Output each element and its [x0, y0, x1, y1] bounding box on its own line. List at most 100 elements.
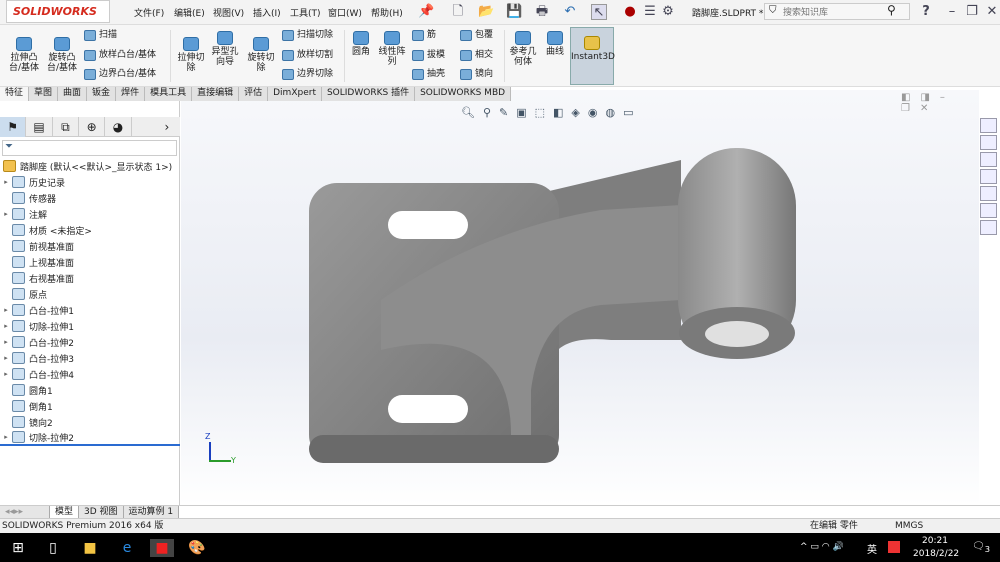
- clock-date[interactable]: 2018/2/22: [913, 549, 959, 559]
- graphics-area[interactable]: 🔍︎⚲✎▣⬚◧◈◉◍▭ ◧◨–❐✕ Z Y: [181, 90, 979, 505]
- boundary-cut-button[interactable]: 边界切除: [282, 68, 333, 80]
- configuration-tab-icon[interactable]: ⧉: [53, 117, 80, 137]
- rib-button[interactable]: 筋: [412, 29, 436, 41]
- tree-item[interactable]: 右视基准面: [0, 270, 180, 286]
- options-list-icon[interactable]: ☰: [642, 4, 658, 20]
- tab-dimxpert[interactable]: DimXpert: [268, 87, 322, 101]
- menu-tools[interactable]: 工具(T): [290, 6, 321, 19]
- hole-wizard-button[interactable]: 异型孔向导: [208, 31, 242, 67]
- design-library-icon[interactable]: [980, 152, 997, 167]
- menu-help[interactable]: 帮助(H): [371, 6, 403, 19]
- tree-item[interactable]: ▸ 凸台-拉伸3: [0, 350, 180, 366]
- intersect-button[interactable]: 相交: [460, 49, 493, 61]
- system-tray-icons[interactable]: ^ ▭ ◠ 🔊: [800, 542, 844, 552]
- filter-field[interactable]: ⏷: [2, 140, 177, 156]
- save-icon[interactable]: 💾: [506, 4, 522, 20]
- tab-surfaces[interactable]: 曲面: [58, 87, 88, 101]
- tab-sketch[interactable]: 草图: [29, 87, 59, 101]
- tab-sheet-metal[interactable]: 钣金: [87, 87, 117, 101]
- forum-icon[interactable]: [980, 220, 997, 235]
- tree-item[interactable]: 传感器: [0, 190, 180, 206]
- solidworks-app-icon[interactable]: ■: [150, 539, 174, 557]
- tree-item[interactable]: 上视基准面: [0, 254, 180, 270]
- dimxpert-tab-icon[interactable]: ⊕: [79, 117, 106, 137]
- tab-model[interactable]: 模型: [50, 506, 80, 518]
- new-file-icon[interactable]: 🗋: [450, 4, 466, 20]
- edge-browser-icon[interactable]: e: [118, 539, 136, 557]
- menu-insert[interactable]: 插入(I): [253, 6, 281, 19]
- tree-root[interactable]: 踏脚座 (默认<<默认>_显示状态 1>): [0, 158, 180, 174]
- solidworks-logo[interactable]: SOLIDWORKS: [6, 0, 110, 23]
- expand-arrow-icon[interactable]: ▸: [0, 306, 12, 314]
- tab-3d-view[interactable]: 3D 视图: [79, 506, 124, 518]
- traffic-light-icon[interactable]: ●: [622, 4, 638, 20]
- menu-edit[interactable]: 编辑(E): [174, 6, 205, 19]
- loft-cut-button[interactable]: 放样切割: [282, 49, 333, 61]
- expand-arrow-icon[interactable]: ▸: [0, 433, 12, 441]
- instant3d-button[interactable]: Instant3D: [570, 27, 615, 85]
- boundary-boss-button[interactable]: 边界凸台/基体: [84, 68, 156, 80]
- part-model[interactable]: [181, 90, 979, 505]
- revolve-boss-button[interactable]: 旋转凸台/基体: [44, 37, 80, 73]
- revolve-cut-button[interactable]: 旋转切除: [244, 37, 278, 73]
- resources-icon[interactable]: [980, 135, 997, 150]
- fillet-button[interactable]: 圆角: [348, 31, 374, 57]
- open-file-icon[interactable]: 📂: [478, 4, 494, 20]
- tree-item[interactable]: ▸ 切除-拉伸2: [0, 430, 180, 446]
- tab-scroll-arrows[interactable]: ◂◂▸▸: [0, 506, 50, 518]
- expand-arrow-icon[interactable]: ▸: [0, 178, 12, 186]
- clock-time[interactable]: 20:21: [922, 536, 948, 546]
- curves-button[interactable]: 曲线: [542, 31, 568, 57]
- property-manager-tab-icon[interactable]: ▤: [26, 117, 53, 137]
- extrude-cut-button[interactable]: 拉伸切除: [174, 37, 208, 73]
- restore-icon[interactable]: ❐: [964, 4, 980, 20]
- file-explorer-icon[interactable]: [980, 169, 997, 184]
- search-box[interactable]: ⛉ ⚲: [764, 3, 910, 20]
- print-icon[interactable]: 🖶: [534, 4, 550, 20]
- linear-pattern-button[interactable]: 线性阵列: [376, 31, 408, 67]
- tree-item[interactable]: ▸ 历史记录: [0, 174, 180, 190]
- unit-system[interactable]: MMGS: [895, 519, 923, 533]
- sogou-icon[interactable]: [888, 541, 900, 553]
- tree-item[interactable]: 原点: [0, 286, 180, 302]
- help-icon[interactable]: ?: [918, 4, 934, 20]
- menu-file[interactable]: 文件(F): [134, 6, 164, 19]
- tree-item[interactable]: 镜向2: [0, 414, 180, 430]
- search-icon[interactable]: ⚲: [887, 3, 896, 17]
- mirror-button[interactable]: 镜向: [460, 68, 493, 80]
- tree-item[interactable]: 倒角1: [0, 398, 180, 414]
- ime-indicator[interactable]: 英: [867, 541, 877, 556]
- minimize-icon[interactable]: –: [944, 4, 960, 20]
- custom-properties-icon[interactable]: [980, 203, 997, 218]
- paint-app-icon[interactable]: 🎨: [188, 539, 206, 557]
- tree-item[interactable]: 前视基准面: [0, 238, 180, 254]
- tab-mold-tools[interactable]: 模具工具: [145, 87, 193, 101]
- appearances-icon[interactable]: [980, 186, 997, 201]
- close-icon[interactable]: ✕: [984, 4, 1000, 20]
- select-icon[interactable]: ↖: [591, 4, 607, 20]
- tab-mbd[interactable]: SOLIDWORKS MBD: [415, 87, 512, 101]
- expand-arrow-icon[interactable]: ▸: [0, 210, 12, 218]
- tree-item[interactable]: 材质 <未指定>: [0, 222, 180, 238]
- sweep-button[interactable]: 扫描: [84, 29, 117, 41]
- feature-tree-tab-icon[interactable]: ⚑: [0, 117, 27, 137]
- tab-weldments[interactable]: 焊件: [116, 87, 146, 101]
- expand-arrow-icon[interactable]: ▸: [0, 322, 12, 330]
- tab-features[interactable]: 特征: [0, 87, 30, 101]
- menu-window[interactable]: 窗口(W): [328, 6, 362, 19]
- menu-view[interactable]: 视图(V): [213, 6, 244, 19]
- tree-item[interactable]: 圆角1: [0, 382, 180, 398]
- tab-evaluate[interactable]: 评估: [239, 87, 269, 101]
- tree-item[interactable]: ▸ 注解: [0, 206, 180, 222]
- home-icon[interactable]: [980, 118, 997, 133]
- display-manager-tab-icon[interactable]: ◕: [105, 117, 132, 137]
- loft-button[interactable]: 放样凸台/基体: [84, 49, 156, 61]
- expand-arrow-icon[interactable]: ▸: [0, 354, 12, 362]
- expand-arrow-icon[interactable]: ▸: [0, 338, 12, 346]
- sweep-cut-button[interactable]: 扫描切除: [282, 29, 333, 41]
- shell-button[interactable]: 抽壳: [412, 68, 445, 80]
- undo-icon[interactable]: ↶: [562, 4, 578, 20]
- reference-geometry-button[interactable]: 参考几何体: [508, 31, 538, 67]
- notification-center-icon[interactable]: 🗨3: [972, 541, 990, 554]
- search-input[interactable]: [783, 5, 883, 18]
